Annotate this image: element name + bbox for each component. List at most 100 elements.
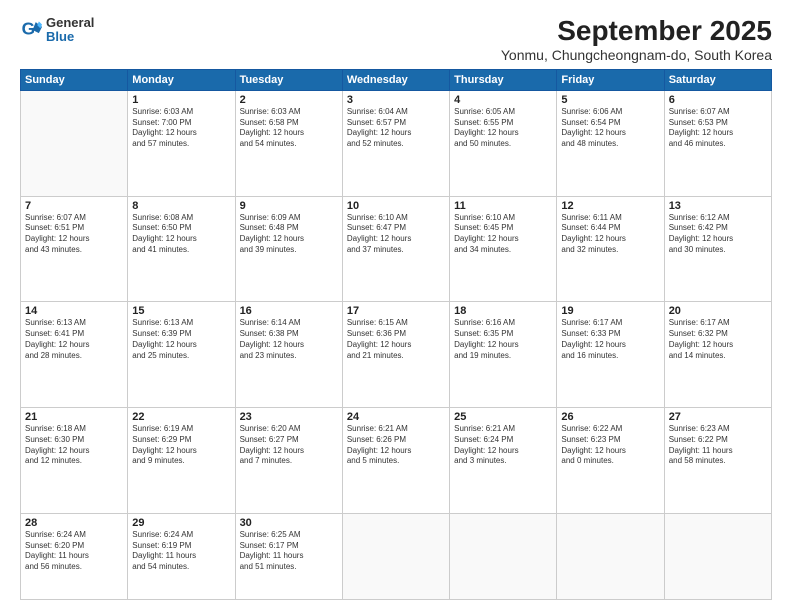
day-number: 28 (25, 517, 123, 529)
calendar-cell: 5Sunrise: 6:06 AMSunset: 6:54 PMDaylight… (557, 90, 664, 196)
calendar-table: SundayMondayTuesdayWednesdayThursdayFrid… (20, 69, 772, 600)
week-row-2: 7Sunrise: 6:07 AMSunset: 6:51 PMDaylight… (21, 196, 772, 302)
calendar-cell: 25Sunrise: 6:21 AMSunset: 6:24 PMDayligh… (450, 408, 557, 514)
logo-blue-text: Blue (46, 30, 94, 44)
day-number: 5 (561, 94, 659, 106)
weekday-header-row: SundayMondayTuesdayWednesdayThursdayFrid… (21, 69, 772, 90)
day-number: 4 (454, 94, 552, 106)
calendar-cell: 8Sunrise: 6:08 AMSunset: 6:50 PMDaylight… (128, 196, 235, 302)
day-info: Sunrise: 6:17 AMSunset: 6:32 PMDaylight:… (669, 318, 767, 361)
day-number: 14 (25, 305, 123, 317)
calendar-cell: 22Sunrise: 6:19 AMSunset: 6:29 PMDayligh… (128, 408, 235, 514)
day-info: Sunrise: 6:22 AMSunset: 6:23 PMDaylight:… (561, 424, 659, 467)
day-info: Sunrise: 6:04 AMSunset: 6:57 PMDaylight:… (347, 107, 445, 150)
day-number: 16 (240, 305, 338, 317)
day-number: 19 (561, 305, 659, 317)
svg-text:G: G (22, 19, 35, 39)
day-info: Sunrise: 6:21 AMSunset: 6:24 PMDaylight:… (454, 424, 552, 467)
calendar-cell: 2Sunrise: 6:03 AMSunset: 6:58 PMDaylight… (235, 90, 342, 196)
calendar-subtitle: Yonmu, Chungcheongnam-do, South Korea (501, 47, 772, 63)
calendar-cell: 10Sunrise: 6:10 AMSunset: 6:47 PMDayligh… (342, 196, 449, 302)
calendar-cell (664, 513, 771, 599)
header: G General Blue September 2025 Yonmu, Chu… (20, 16, 772, 63)
calendar-cell: 19Sunrise: 6:17 AMSunset: 6:33 PMDayligh… (557, 302, 664, 408)
day-info: Sunrise: 6:17 AMSunset: 6:33 PMDaylight:… (561, 318, 659, 361)
day-number: 21 (25, 411, 123, 423)
weekday-header-saturday: Saturday (664, 69, 771, 90)
day-info: Sunrise: 6:08 AMSunset: 6:50 PMDaylight:… (132, 213, 230, 256)
day-number: 12 (561, 200, 659, 212)
day-info: Sunrise: 6:18 AMSunset: 6:30 PMDaylight:… (25, 424, 123, 467)
day-info: Sunrise: 6:24 AMSunset: 6:20 PMDaylight:… (25, 530, 123, 573)
calendar-cell: 30Sunrise: 6:25 AMSunset: 6:17 PMDayligh… (235, 513, 342, 599)
day-info: Sunrise: 6:15 AMSunset: 6:36 PMDaylight:… (347, 318, 445, 361)
calendar-cell: 16Sunrise: 6:14 AMSunset: 6:38 PMDayligh… (235, 302, 342, 408)
day-number: 9 (240, 200, 338, 212)
calendar-cell: 26Sunrise: 6:22 AMSunset: 6:23 PMDayligh… (557, 408, 664, 514)
day-info: Sunrise: 6:03 AMSunset: 7:00 PMDaylight:… (132, 107, 230, 150)
day-number: 20 (669, 305, 767, 317)
calendar-cell: 17Sunrise: 6:15 AMSunset: 6:36 PMDayligh… (342, 302, 449, 408)
day-info: Sunrise: 6:10 AMSunset: 6:47 PMDaylight:… (347, 213, 445, 256)
logo-icon: G (20, 19, 42, 41)
calendar-cell: 24Sunrise: 6:21 AMSunset: 6:26 PMDayligh… (342, 408, 449, 514)
day-info: Sunrise: 6:03 AMSunset: 6:58 PMDaylight:… (240, 107, 338, 150)
day-info: Sunrise: 6:09 AMSunset: 6:48 PMDaylight:… (240, 213, 338, 256)
calendar-cell: 6Sunrise: 6:07 AMSunset: 6:53 PMDaylight… (664, 90, 771, 196)
calendar-cell: 23Sunrise: 6:20 AMSunset: 6:27 PMDayligh… (235, 408, 342, 514)
day-number: 10 (347, 200, 445, 212)
calendar-cell (342, 513, 449, 599)
day-number: 29 (132, 517, 230, 529)
calendar-cell: 12Sunrise: 6:11 AMSunset: 6:44 PMDayligh… (557, 196, 664, 302)
calendar-cell (450, 513, 557, 599)
logo: G General Blue (20, 16, 94, 45)
day-info: Sunrise: 6:25 AMSunset: 6:17 PMDaylight:… (240, 530, 338, 573)
calendar-cell: 1Sunrise: 6:03 AMSunset: 7:00 PMDaylight… (128, 90, 235, 196)
day-info: Sunrise: 6:16 AMSunset: 6:35 PMDaylight:… (454, 318, 552, 361)
calendar-cell: 7Sunrise: 6:07 AMSunset: 6:51 PMDaylight… (21, 196, 128, 302)
day-info: Sunrise: 6:13 AMSunset: 6:41 PMDaylight:… (25, 318, 123, 361)
day-info: Sunrise: 6:07 AMSunset: 6:53 PMDaylight:… (669, 107, 767, 150)
day-number: 27 (669, 411, 767, 423)
day-number: 23 (240, 411, 338, 423)
day-number: 8 (132, 200, 230, 212)
week-row-3: 14Sunrise: 6:13 AMSunset: 6:41 PMDayligh… (21, 302, 772, 408)
calendar-cell: 9Sunrise: 6:09 AMSunset: 6:48 PMDaylight… (235, 196, 342, 302)
day-number: 26 (561, 411, 659, 423)
day-number: 24 (347, 411, 445, 423)
day-number: 6 (669, 94, 767, 106)
calendar-cell: 15Sunrise: 6:13 AMSunset: 6:39 PMDayligh… (128, 302, 235, 408)
day-info: Sunrise: 6:12 AMSunset: 6:42 PMDaylight:… (669, 213, 767, 256)
logo-text: General Blue (46, 16, 94, 45)
calendar-cell (21, 90, 128, 196)
week-row-5: 28Sunrise: 6:24 AMSunset: 6:20 PMDayligh… (21, 513, 772, 599)
calendar-cell (557, 513, 664, 599)
weekday-header-thursday: Thursday (450, 69, 557, 90)
day-info: Sunrise: 6:13 AMSunset: 6:39 PMDaylight:… (132, 318, 230, 361)
calendar-cell: 11Sunrise: 6:10 AMSunset: 6:45 PMDayligh… (450, 196, 557, 302)
day-number: 3 (347, 94, 445, 106)
day-info: Sunrise: 6:06 AMSunset: 6:54 PMDaylight:… (561, 107, 659, 150)
title-block: September 2025 Yonmu, Chungcheongnam-do,… (501, 16, 772, 63)
calendar-cell: 29Sunrise: 6:24 AMSunset: 6:19 PMDayligh… (128, 513, 235, 599)
weekday-header-tuesday: Tuesday (235, 69, 342, 90)
week-row-1: 1Sunrise: 6:03 AMSunset: 7:00 PMDaylight… (21, 90, 772, 196)
day-info: Sunrise: 6:14 AMSunset: 6:38 PMDaylight:… (240, 318, 338, 361)
day-info: Sunrise: 6:20 AMSunset: 6:27 PMDaylight:… (240, 424, 338, 467)
weekday-header-wednesday: Wednesday (342, 69, 449, 90)
day-info: Sunrise: 6:21 AMSunset: 6:26 PMDaylight:… (347, 424, 445, 467)
calendar-cell: 3Sunrise: 6:04 AMSunset: 6:57 PMDaylight… (342, 90, 449, 196)
day-number: 1 (132, 94, 230, 106)
day-number: 25 (454, 411, 552, 423)
day-number: 18 (454, 305, 552, 317)
day-info: Sunrise: 6:05 AMSunset: 6:55 PMDaylight:… (454, 107, 552, 150)
day-info: Sunrise: 6:24 AMSunset: 6:19 PMDaylight:… (132, 530, 230, 573)
calendar-cell: 13Sunrise: 6:12 AMSunset: 6:42 PMDayligh… (664, 196, 771, 302)
calendar-cell: 27Sunrise: 6:23 AMSunset: 6:22 PMDayligh… (664, 408, 771, 514)
calendar-page: G General Blue September 2025 Yonmu, Chu… (0, 0, 792, 612)
weekday-header-friday: Friday (557, 69, 664, 90)
day-info: Sunrise: 6:19 AMSunset: 6:29 PMDaylight:… (132, 424, 230, 467)
week-row-4: 21Sunrise: 6:18 AMSunset: 6:30 PMDayligh… (21, 408, 772, 514)
day-info: Sunrise: 6:23 AMSunset: 6:22 PMDaylight:… (669, 424, 767, 467)
day-number: 2 (240, 94, 338, 106)
